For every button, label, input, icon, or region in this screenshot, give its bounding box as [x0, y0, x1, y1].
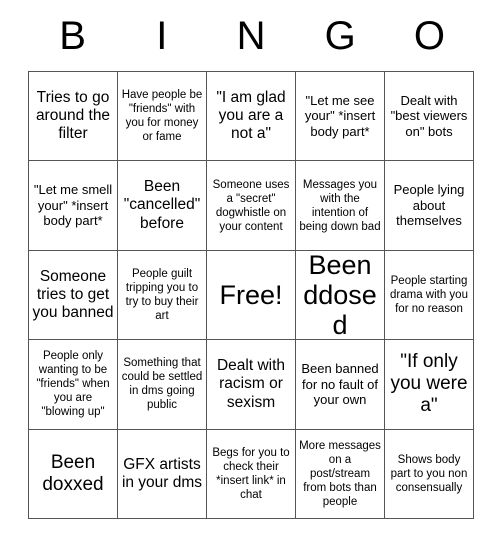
bingo-cell[interactable]: Been "cancelled" before [118, 161, 207, 251]
bingo-cell-label: People starting drama with you for no re… [390, 274, 468, 315]
bingo-cell[interactable]: Dealt with "best viewers on" bots [385, 72, 474, 162]
bingo-cell[interactable]: People lying about themselves [385, 161, 474, 251]
header-letter-b: B [59, 13, 86, 58]
bingo-cell[interactable]: "If only you were a" [385, 340, 474, 430]
bingo-cell-label: Begs for you to check their *insert link… [212, 446, 290, 501]
bingo-cell[interactable]: Messages you with the intention of being… [296, 161, 385, 251]
bingo-cell[interactable]: "I am glad you are a not a" [207, 72, 296, 162]
bingo-cell-label: Someone uses a "secret" dogwhistle on yo… [212, 178, 290, 233]
bingo-cell-label: Been doxxed [42, 451, 104, 495]
bingo-cell[interactable]: Something that could be settled in dms g… [118, 340, 207, 430]
header-letter-i: I [156, 13, 168, 58]
bingo-cell[interactable]: Someone uses a "secret" dogwhistle on yo… [207, 161, 296, 251]
bingo-cell[interactable]: Have people be "friends" with you for mo… [118, 72, 207, 162]
bingo-cell[interactable]: People only wanting to be "friends" when… [29, 340, 118, 430]
bingo-cell[interactable]: More messages on a post/stream from bots… [296, 429, 385, 519]
bingo-cell[interactable]: Tries to go around the filter [29, 72, 118, 162]
bingo-cell-label: Something that could be settled in dms g… [121, 357, 203, 412]
bingo-cell-label: Have people be "friends" with you for mo… [121, 89, 203, 144]
bingo-header: B I N G O [28, 0, 474, 58]
header-letter-n: N [236, 13, 266, 58]
bingo-cell-label: Been "cancelled" before [123, 178, 201, 232]
header-letter-o: O [413, 13, 445, 58]
bingo-cell[interactable]: Someone tries to get you banned [29, 250, 118, 341]
bingo-cell-label: "I am glad you are a not a" [216, 88, 286, 143]
bingo-cell-label: People lying about themselves [393, 182, 465, 229]
bingo-cell[interactable]: Been ddosed [296, 250, 385, 341]
bingo-cell[interactable]: Been banned for no fault of your own [296, 340, 385, 430]
bingo-cell[interactable]: GFX artists in your dms [118, 429, 207, 519]
bingo-cell-label: "Let me smell your" *insert body part* [33, 182, 113, 229]
header-letter-g: G [324, 13, 356, 58]
bingo-cell[interactable]: Dealt with racism or sexism [207, 340, 296, 430]
bingo-cell-label: Been banned for no fault of your own [301, 361, 379, 408]
bingo-cell-label: Free! [219, 279, 283, 310]
bingo-cell-label: GFX artists in your dms [121, 455, 203, 491]
bingo-cell[interactable]: Begs for you to check their *insert link… [207, 429, 296, 519]
bingo-cell-label: More messages on a post/stream from bots… [299, 439, 381, 508]
bingo-cell-free-space[interactable]: Free! [207, 250, 296, 341]
bingo-cell-label: Dealt with racism or sexism [216, 356, 286, 411]
bingo-cell-label: Been ddosed [303, 250, 377, 341]
bingo-cell-label: People guilt tripping you to try to buy … [125, 267, 199, 322]
bingo-cell-label: Dealt with "best viewers on" bots [390, 92, 468, 139]
bingo-cell[interactable]: "Let me smell your" *insert body part* [29, 161, 118, 251]
bingo-cell[interactable]: Shows body part to you non consensually [385, 429, 474, 519]
bingo-cell-label: "If only you were a" [390, 351, 468, 417]
bingo-grid: Tries to go around the filter Have people… [28, 71, 474, 519]
bingo-card: B I N G O Tries to go around the filter H… [0, 0, 500, 544]
bingo-cell[interactable]: People starting drama with you for no re… [385, 250, 474, 341]
bingo-cell[interactable]: People guilt tripping you to try to buy … [118, 250, 207, 341]
bingo-cell-label: "Let me see your" *insert body part* [304, 92, 376, 139]
bingo-cell-label: People only wanting to be "friends" when… [36, 350, 110, 419]
bingo-cell-label: Messages you with the intention of being… [299, 178, 381, 233]
bingo-cell-label: Shows body part to you non consensually [390, 453, 468, 494]
bingo-cell-label: Someone tries to get you banned [32, 267, 114, 322]
bingo-cell[interactable]: Been doxxed [29, 429, 118, 519]
bingo-cell-label: Tries to go around the filter [35, 88, 111, 143]
bingo-cell[interactable]: "Let me see your" *insert body part* [296, 72, 385, 162]
